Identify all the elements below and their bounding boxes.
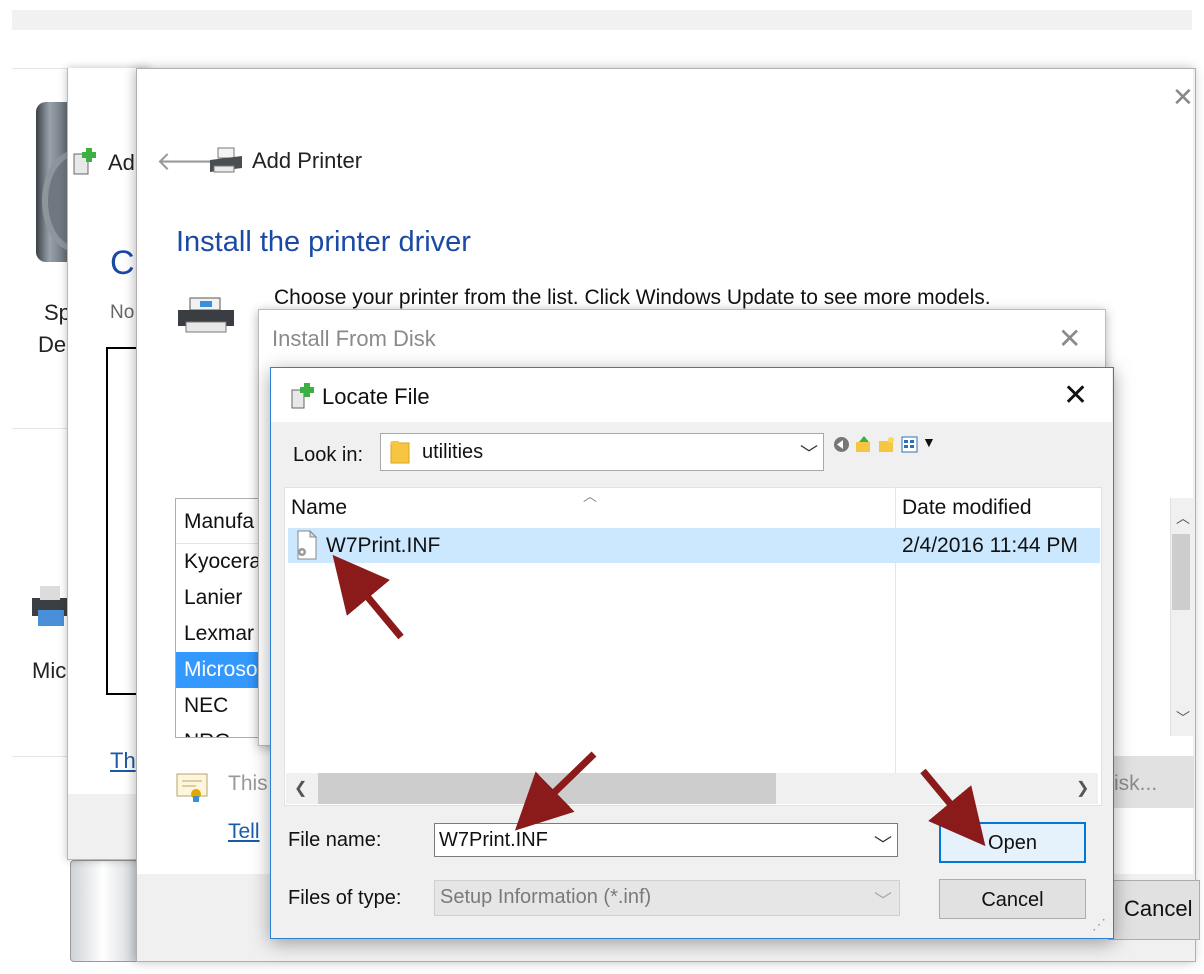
have-disk-label: isk... [1114, 772, 1158, 795]
divider [12, 756, 72, 757]
manufacturer-list[interactable]: Manufa Kyocera Lanier Lexmar Microso NEC… [175, 498, 267, 738]
new-folder-icon[interactable] [878, 436, 895, 453]
subtext: No [110, 302, 135, 323]
up-folder-icon[interactable] [855, 436, 872, 453]
close-icon[interactable]: ✕ [1063, 378, 1088, 413]
file-name-cell: W7Print.INF [326, 534, 441, 557]
background-toolbar [12, 10, 1192, 30]
manufacturer-column-header[interactable]: Manufa [176, 499, 266, 544]
list-item[interactable]: Lexmar [176, 616, 266, 652]
list-item-selected[interactable]: Microso [176, 652, 266, 688]
file-name-input[interactable] [434, 823, 898, 857]
locate-file-icon [291, 383, 314, 409]
look-in-label: Look in: [293, 444, 364, 466]
window-title: Ad [108, 150, 135, 175]
scrollbar-thumb[interactable] [1172, 534, 1190, 610]
chevron-down-icon[interactable]: ﹀ [874, 831, 892, 857]
close-icon[interactable]: ✕ [1058, 322, 1081, 355]
column-header-date[interactable]: Date modified [902, 496, 1032, 520]
add-printer-icon [73, 148, 96, 175]
printer-large-icon [178, 297, 234, 333]
window-title: Add Printer [252, 148, 363, 173]
cancel-button-label: Cancel [1124, 896, 1193, 921]
folder-icon [390, 441, 410, 464]
scroll-up-icon[interactable]: ︿ [1176, 508, 1190, 528]
scrollbar-thumb[interactable] [318, 773, 776, 804]
file-date-cell: 2/4/2016 11:44 PM [902, 534, 1078, 557]
device-label: Mic [32, 658, 67, 683]
list-item[interactable]: NEC [176, 688, 266, 724]
scroll-down-icon[interactable]: ﹀ [1176, 708, 1190, 728]
printer-icon [210, 147, 242, 173]
resize-grip-icon[interactable]: ⋰ [1092, 916, 1106, 933]
inf-file-icon [297, 530, 318, 560]
page-heading: Install the printer driver [176, 226, 471, 258]
sort-ascending-icon: ︿ [583, 488, 597, 504]
cancel-button[interactable]: Cancel [939, 879, 1086, 919]
window-header [68, 68, 136, 198]
certificate-icon [176, 773, 208, 802]
list-item[interactable]: NRG [176, 724, 266, 737]
caret-down-icon[interactable]: ▼ [922, 434, 936, 450]
files-of-type-value: Setup Information (*.inf) [440, 886, 652, 908]
driver-signing-link[interactable]: Tell [228, 820, 260, 844]
back-icon[interactable] [833, 436, 850, 453]
help-link[interactable]: Th [110, 748, 136, 774]
device-label: De [38, 332, 67, 357]
instruction-text: Choose your printer from the list. Click… [274, 286, 991, 309]
dialog-title: Install From Disk [272, 326, 436, 351]
dialog-title: Locate File [322, 384, 430, 409]
close-icon[interactable]: ✕ [1172, 82, 1194, 113]
scroll-left-icon[interactable]: ❮ [294, 778, 307, 798]
column-header-name[interactable]: Name [291, 496, 347, 520]
divider [12, 428, 72, 429]
files-of-type-label: Files of type: [288, 887, 402, 909]
printer-device-icon [32, 586, 68, 626]
look-in-value: utilities [422, 441, 484, 463]
file-name-label: File name: [288, 829, 382, 851]
chevron-down-icon[interactable]: ﹀ [800, 440, 818, 466]
list-item[interactable]: Lanier [176, 580, 266, 616]
driver-signed-text: This [228, 772, 268, 795]
list-item[interactable]: Kyocera [176, 544, 266, 580]
view-menu-icon[interactable] [901, 436, 918, 453]
open-button[interactable]: Open [939, 822, 1086, 863]
scroll-right-icon[interactable]: ❯ [1076, 778, 1089, 798]
chevron-down-icon[interactable]: ﹀ [874, 887, 892, 913]
